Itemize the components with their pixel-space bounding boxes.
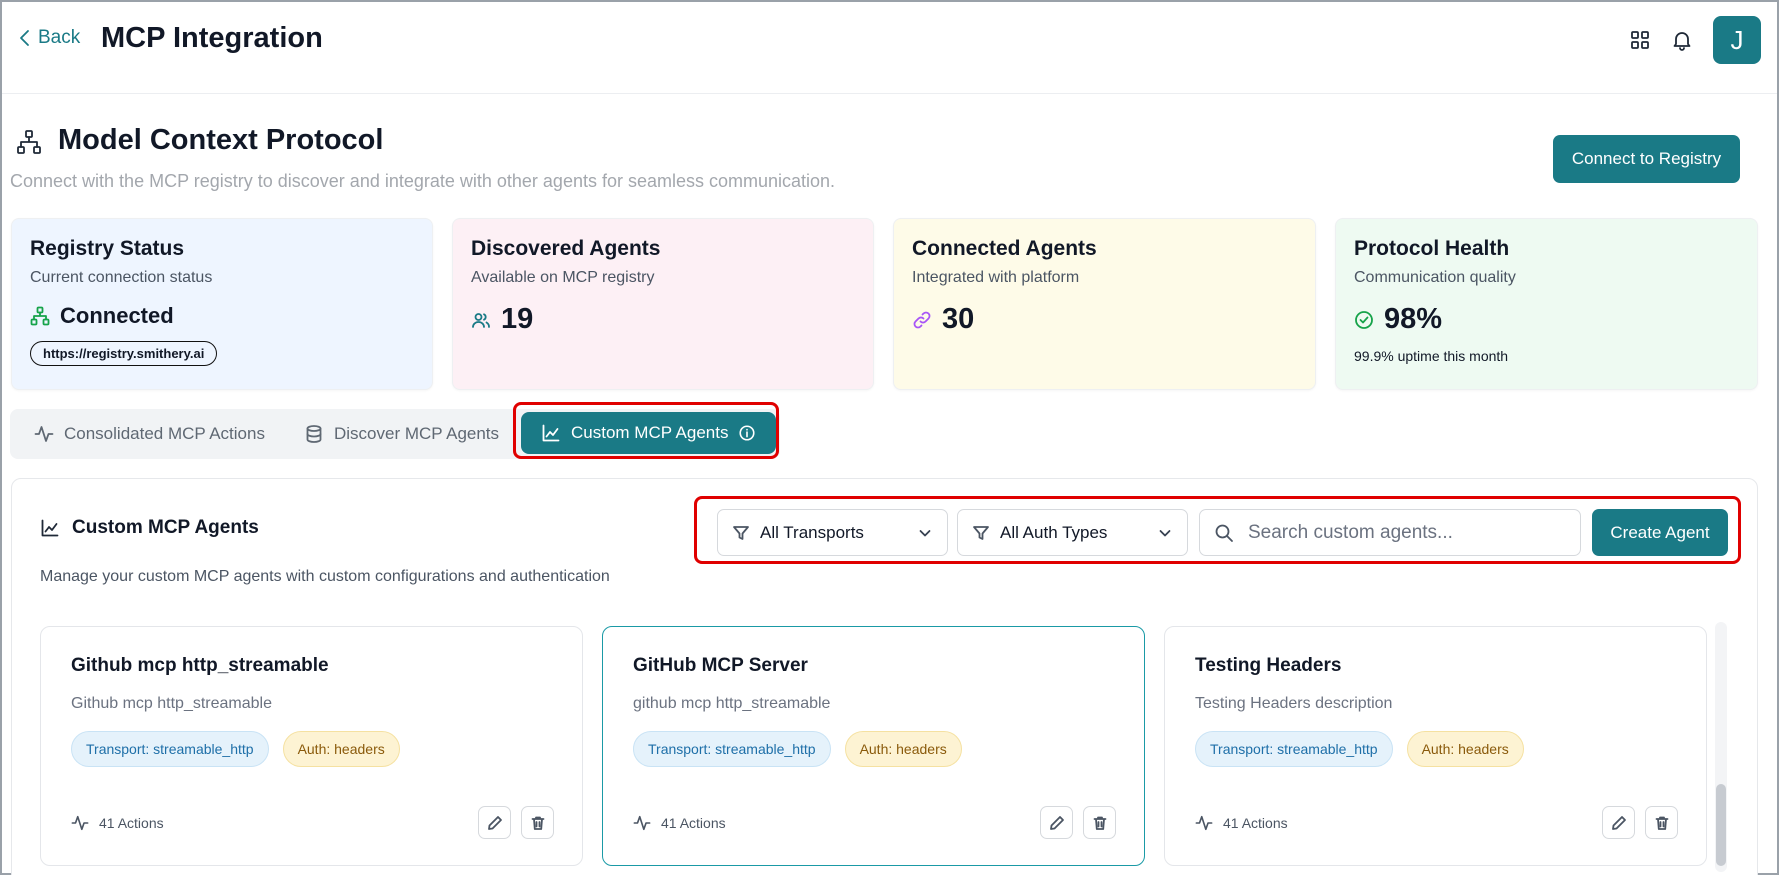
auth-badge: Auth: headers (844, 731, 962, 767)
avatar[interactable]: J (1713, 16, 1761, 64)
network-icon (30, 306, 50, 326)
trash-icon (1093, 816, 1106, 830)
stat-card-protocol-health: Protocol Health Communication quality 98… (1335, 218, 1758, 390)
tab-label: Consolidated MCP Actions (64, 424, 265, 443)
panel-title: Custom MCP Agents (72, 517, 259, 538)
filter-icon (973, 525, 989, 540)
link-icon (913, 311, 931, 328)
actions-count: 41 Actions (1195, 814, 1288, 832)
tab-consolidated-mcp-actions[interactable]: Consolidated MCP Actions (34, 416, 265, 452)
search-input[interactable] (1248, 521, 1548, 544)
info-icon[interactable] (738, 424, 756, 442)
chart-line-icon (40, 518, 60, 538)
users-icon (472, 312, 490, 328)
back-label: Back (38, 27, 81, 48)
delete-button[interactable] (521, 806, 554, 839)
actions-count-label: 41 Actions (99, 814, 164, 831)
transport-filter-select[interactable]: All Transports (717, 509, 948, 556)
search-box (1199, 509, 1581, 556)
chevron-down-icon (919, 529, 931, 536)
stat-title: Discovered Agents (471, 237, 661, 260)
back-button[interactable]: Back (18, 27, 80, 49)
agent-name: GitHub MCP Server (633, 655, 808, 676)
delete-button[interactable] (1083, 806, 1116, 839)
stat-subtitle: Integrated with platform (912, 269, 1080, 286)
pencil-icon (1611, 815, 1626, 830)
edit-button[interactable] (1602, 806, 1635, 839)
stat-card-discovered-agents: Discovered Agents Available on MCP regis… (452, 218, 874, 390)
pencil-icon (1049, 815, 1064, 830)
agent-name: Testing Headers (1195, 655, 1342, 676)
bell-icon[interactable] (1671, 29, 1693, 51)
stat-subtitle: Available on MCP registry (471, 269, 655, 286)
stat-title: Protocol Health (1354, 237, 1510, 260)
actions-count-label: 41 Actions (661, 814, 726, 831)
transport-filter-value: All Transports (760, 522, 864, 542)
connect-to-registry-button[interactable]: Connect to Registry (1553, 135, 1740, 183)
tab-label: Discover MCP Agents (334, 424, 500, 443)
page-title: MCP Integration (101, 22, 323, 54)
top-actions: J (1629, 16, 1761, 64)
agent-card[interactable]: GitHub MCP Server github mcp http_stream… (602, 626, 1145, 866)
uptime-text: 99.9% uptime this month (1354, 348, 1509, 364)
auth-badge: Auth: headers (1406, 731, 1524, 767)
trash-icon (531, 816, 544, 830)
auth-filter-value: All Auth Types (1000, 522, 1108, 542)
actions-count: 41 Actions (71, 814, 164, 832)
agent-name: Github mcp http_streamable (71, 655, 329, 676)
top-bar: Back MCP Integration J (2, 2, 1777, 94)
agent-description: github mcp http_streamable (633, 695, 831, 712)
auth-badge: Auth: headers (282, 731, 400, 767)
network-icon (16, 129, 42, 155)
activity-icon (633, 815, 651, 830)
chevron-left-icon (20, 30, 29, 46)
tab-label: Custom MCP Agents (571, 423, 729, 442)
panel-description: Manage your custom MCP agents with custo… (40, 568, 610, 585)
stat-value: 98% (1384, 303, 1443, 335)
stat-card-connected-agents: Connected Agents Integrated with platfor… (893, 218, 1316, 390)
stat-title: Connected Agents (912, 237, 1097, 260)
chart-line-icon (542, 424, 560, 442)
stat-value: 19 (501, 303, 534, 335)
stat-subtitle: Communication quality (1354, 269, 1516, 286)
check-circle-icon (1355, 310, 1373, 329)
actions-count: 41 Actions (633, 814, 726, 832)
transport-badge: Transport: streamable_http (633, 731, 831, 767)
agent-card[interactable]: Github mcp http_streamable Github mcp ht… (40, 626, 583, 866)
chevron-down-icon (1159, 529, 1171, 536)
section-title: Model Context Protocol (58, 124, 384, 156)
tab-discover-mcp-agents[interactable]: Discover MCP Agents (304, 416, 499, 452)
agent-description: Github mcp http_streamable (71, 695, 272, 712)
transport-badge: Transport: streamable_http (71, 731, 269, 767)
agent-description: Testing Headers description (1195, 695, 1393, 712)
actions-count-label: 41 Actions (1223, 814, 1288, 831)
tab-custom-mcp-agents[interactable]: Custom MCP Agents (521, 412, 777, 454)
trash-icon (1655, 816, 1668, 830)
activity-icon (71, 815, 89, 830)
stat-title: Registry Status (30, 237, 185, 260)
edit-button[interactable] (478, 806, 511, 839)
registry-url-badge: https://registry.smithery.ai (30, 341, 218, 366)
database-icon (306, 425, 322, 443)
delete-button[interactable] (1645, 806, 1678, 839)
auth-filter-select[interactable]: All Auth Types (957, 509, 1188, 556)
transport-badge: Transport: streamable_http (1195, 731, 1393, 767)
agent-card[interactable]: Testing Headers Testing Headers descript… (1164, 626, 1707, 866)
stat-value: 30 (942, 303, 975, 335)
activity-icon (1195, 815, 1213, 830)
create-agent-button[interactable]: Create Agent (1592, 509, 1728, 556)
filter-icon (733, 525, 749, 540)
pencil-icon (487, 815, 502, 830)
edit-button[interactable] (1040, 806, 1073, 839)
search-icon (1215, 524, 1233, 542)
section-description: Connect with the MCP registry to discove… (10, 171, 836, 191)
tab-bar: Consolidated MCP Actions Discover MCP Ag… (10, 409, 780, 459)
stat-subtitle: Current connection status (30, 269, 213, 286)
activity-icon (34, 426, 54, 442)
stat-value: Connected (60, 303, 174, 328)
scrollbar-thumb[interactable] (1716, 784, 1726, 866)
stat-card-registry-status: Registry Status Current connection statu… (11, 218, 433, 390)
grid-icon[interactable] (1629, 29, 1651, 51)
